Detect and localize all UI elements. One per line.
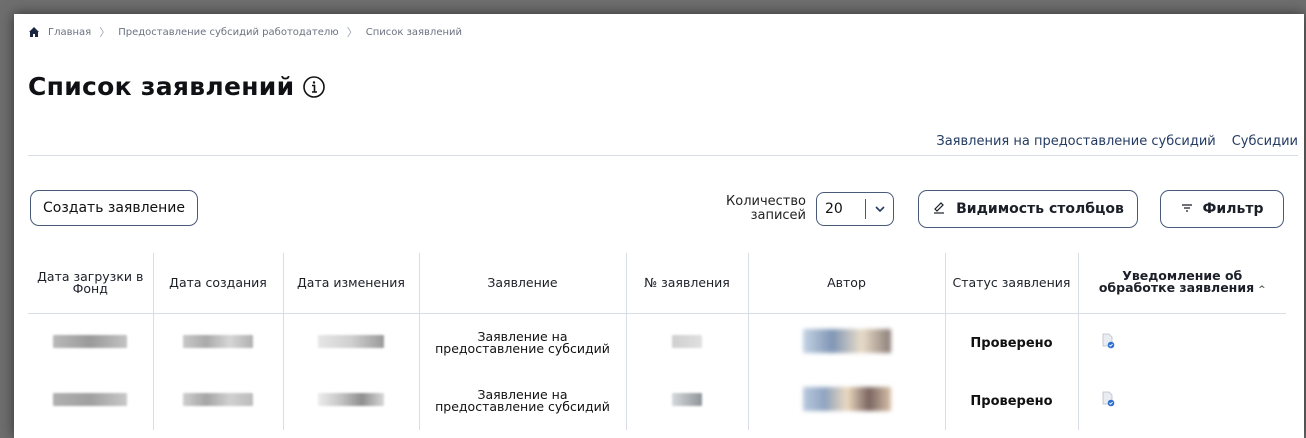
cell-upload-date	[28, 313, 154, 372]
divider	[28, 155, 1298, 156]
column-header-notification-label: Уведомление об обработке заявления	[1098, 268, 1255, 295]
column-header-created-date[interactable]: Дата создания	[153, 253, 284, 314]
cell-application-number	[626, 372, 749, 430]
column-header-notification[interactable]: Уведомление об обработке заявления ^	[1078, 253, 1286, 314]
column-header-application[interactable]: Заявление	[419, 253, 627, 314]
document-check-icon[interactable]	[1101, 391, 1115, 411]
cell-created-date	[153, 313, 284, 372]
home-icon[interactable]	[28, 26, 40, 38]
column-header-modified-date[interactable]: Дата изменения	[283, 253, 420, 314]
breadcrumb: Главная 〉 Предоставление субсидий работо…	[28, 24, 462, 40]
column-header-author[interactable]: Автор	[748, 253, 946, 314]
records-count-label-line2: записей	[750, 208, 806, 223]
records-count-label: Количество записей	[708, 195, 806, 223]
cell-upload-date	[28, 372, 154, 430]
column-header-upload-date[interactable]: Дата загрузки в Фонд	[28, 253, 154, 314]
filter-label: Фильтр	[1202, 201, 1264, 217]
info-icon[interactable]	[302, 75, 326, 99]
breadcrumb-subsidies[interactable]: Предоставление субсидий работодателю	[118, 27, 339, 38]
cell-status: Проверено	[945, 313, 1079, 372]
breadcrumb-current: Список заявлений	[365, 26, 463, 38]
breadcrumb-separator-icon: 〉	[346, 26, 358, 39]
records-count-value: 20	[825, 201, 843, 217]
columns-visibility-button[interactable]: Видимость столбцов	[918, 190, 1138, 228]
pencil-icon	[932, 200, 946, 218]
cell-application[interactable]: Заявление на предоставление субсидий	[419, 372, 627, 430]
cell-application[interactable]: Заявление на предоставление субсидий	[419, 313, 627, 372]
table-row[interactable]: Заявление на предоставление субсидий Про…	[28, 372, 1286, 430]
applications-table: Дата загрузки в Фонд Дата создания Дата …	[28, 253, 1286, 430]
filter-button[interactable]: Фильтр	[1160, 190, 1284, 228]
breadcrumb-separator-icon: 〉	[99, 26, 111, 39]
column-header-application-number[interactable]: № заявления	[626, 253, 749, 314]
records-count-label-line1: Количество	[726, 194, 806, 209]
select-separator	[865, 199, 866, 219]
column-header-status[interactable]: Статус заявления	[945, 253, 1079, 314]
cell-modified-date	[283, 313, 420, 372]
columns-visibility-label: Видимость столбцов	[956, 201, 1124, 217]
table-header-row: Дата загрузки в Фонд Дата создания Дата …	[28, 253, 1286, 314]
cell-application-number	[626, 313, 749, 372]
document-check-icon[interactable]	[1101, 333, 1115, 353]
cell-author	[748, 313, 946, 372]
cell-author	[748, 372, 946, 430]
cell-created-date	[153, 372, 284, 430]
tabs: Заявления на предоставление субсидий Суб…	[936, 134, 1298, 149]
page: Главная 〉 Предоставление субсидий работо…	[14, 14, 1304, 438]
cell-status: Проверено	[945, 372, 1079, 430]
records-count-select[interactable]: 20	[816, 192, 894, 226]
chevron-down-icon[interactable]	[870, 205, 890, 213]
page-title: Список заявлений	[28, 72, 295, 101]
table-row[interactable]: Заявление на предоставление субсидий Про…	[28, 313, 1286, 373]
tab-applications[interactable]: Заявления на предоставление субсидий	[936, 134, 1215, 149]
create-application-button[interactable]: Создать заявление	[30, 190, 199, 226]
sort-up-icon[interactable]: ^	[1258, 285, 1266, 295]
cell-notification	[1078, 314, 1286, 373]
tab-subsidies[interactable]: Субсидии	[1232, 134, 1298, 149]
filter-icon	[1181, 201, 1193, 217]
cell-notification	[1078, 372, 1286, 430]
breadcrumb-home[interactable]: Главная	[48, 27, 91, 38]
title-row: Список заявлений	[28, 72, 326, 101]
cell-modified-date	[283, 372, 420, 430]
